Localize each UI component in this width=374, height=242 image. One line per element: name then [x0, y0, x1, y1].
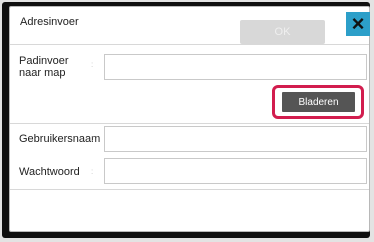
colon-separator: :: [91, 167, 94, 176]
divider: [10, 123, 369, 124]
folder-path-label: Padinvoer naar map: [19, 55, 69, 79]
close-icon[interactable]: ×: [346, 12, 370, 36]
colon-separator: :: [91, 60, 94, 69]
ok-button[interactable]: OK: [240, 20, 325, 44]
browse-button[interactable]: Bladeren: [282, 92, 355, 112]
password-label: Wachtwoord: [19, 166, 80, 178]
folder-path-input[interactable]: [104, 54, 367, 80]
divider: [10, 189, 369, 190]
dialog-title: Adresinvoer: [20, 16, 79, 28]
divider: [10, 44, 369, 45]
password-input[interactable]: [104, 158, 367, 184]
username-label: Gebruikersnaam: [19, 133, 101, 145]
username-input[interactable]: [104, 126, 367, 152]
colon-separator: :: [91, 134, 94, 143]
address-entry-dialog: Adresinvoer OK × Padinvoer naar map : Bl…: [9, 6, 370, 232]
